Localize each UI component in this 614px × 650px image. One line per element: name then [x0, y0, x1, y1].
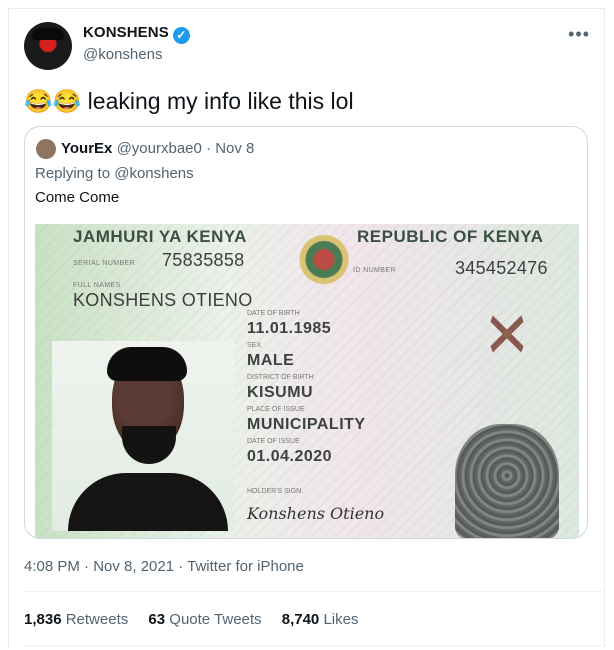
- id-number-label: ID NUMBER: [353, 267, 396, 274]
- quote-tweets-stat[interactable]: 63 Quote Tweets: [148, 611, 261, 628]
- district-value: KISUMU: [247, 384, 314, 401]
- author-name[interactable]: KONSHENS ✓: [83, 24, 190, 44]
- place-label: PLACE OF ISSUE: [247, 406, 305, 413]
- verified-badge-icon: ✓: [172, 27, 190, 44]
- id-number-value: 345452476: [455, 258, 548, 278]
- fingerprint-icon: [455, 424, 559, 538]
- quoted-author-handle: @yourxbae0: [116, 140, 202, 157]
- tweet-stats: 1,836 Retweets 63 Quote Tweets 8,740 Lik…: [24, 611, 374, 628]
- issue-date-value: 01.04.2020: [247, 448, 333, 465]
- id-header-right: REPUBLIC OF KENYA: [357, 227, 544, 246]
- id-card-image[interactable]: JAMHURI YA KENYA REPUBLIC OF KENYA SERIA…: [35, 224, 579, 538]
- quoted-author-name: YourEx: [61, 140, 113, 157]
- holder-sign-label: HOLDER'S SIGN.: [247, 488, 304, 495]
- serial-value: 75835858: [162, 250, 245, 270]
- full-names-label: FULL NAMES: [73, 282, 121, 289]
- author-avatar[interactable]: [24, 22, 72, 70]
- author-handle[interactable]: @konshens: [83, 46, 162, 63]
- tweet-meta[interactable]: 4:08 PM · Nov 8, 2021 · Twitter for iPho…: [24, 558, 304, 575]
- more-options-icon[interactable]: •••: [568, 24, 590, 45]
- id-header-left: JAMHURI YA KENYA: [73, 227, 247, 246]
- dob-label: DATE OF BIRTH: [247, 310, 300, 317]
- shield-icon: [489, 304, 525, 364]
- quoted-author-avatar[interactable]: [36, 139, 56, 159]
- dob-value: 11.01.1985: [247, 320, 332, 337]
- district-label: DISTRICT OF BIRTH: [247, 374, 314, 381]
- id-photo: [52, 341, 234, 531]
- quoted-tweet-date: · Nov 8: [206, 140, 255, 157]
- place-value: MUNICIPALITY: [247, 416, 366, 433]
- divider: [24, 591, 604, 592]
- divider: [24, 645, 604, 646]
- full-name: KONSHENS OTIENO: [73, 290, 253, 310]
- sex-value: MALE: [247, 352, 295, 369]
- serial-label: SERIAL NUMBER: [73, 260, 136, 267]
- issue-date-label: DATE OF ISSUE: [247, 438, 300, 445]
- holder-signature: Konshens Otieno: [247, 504, 385, 523]
- sex-label: SEX: [247, 342, 262, 349]
- quoted-author-line[interactable]: YourEx @yourxbae0 · Nov 8: [61, 140, 254, 157]
- coat-of-arms-icon: [291, 232, 357, 287]
- tweet-text: 😂😂 leaking my info like this lol: [24, 88, 354, 114]
- quoted-tweet[interactable]: YourEx @yourxbae0 · Nov 8 Replying to @k…: [24, 126, 588, 539]
- quoted-tweet-text: Come Come: [35, 189, 120, 206]
- quoted-reply-context[interactable]: Replying to @konshens: [35, 165, 194, 182]
- retweets-stat[interactable]: 1,836 Retweets: [24, 611, 128, 628]
- likes-stat[interactable]: 8,740 Likes: [282, 611, 359, 628]
